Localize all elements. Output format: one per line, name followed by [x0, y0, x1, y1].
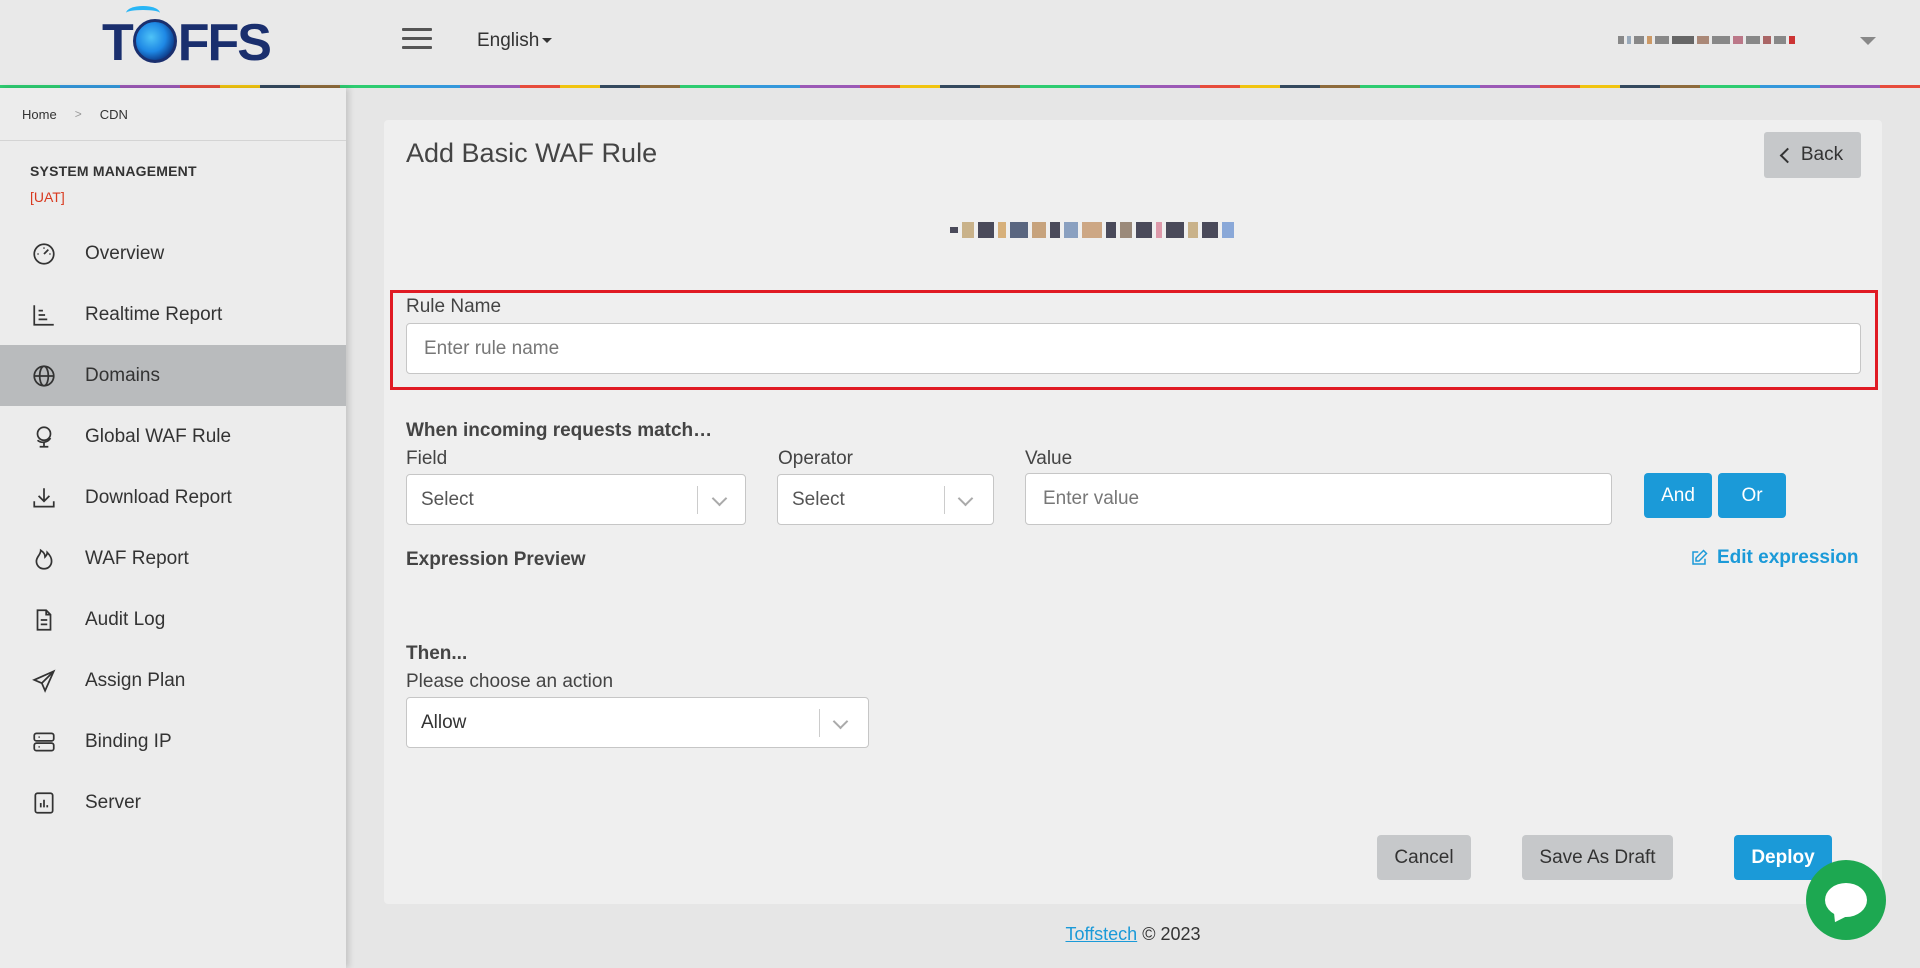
sidebar-item-realtime-report[interactable]: Realtime Report — [0, 284, 346, 345]
sidebar-item-label: Overview — [85, 242, 165, 264]
field-select-value: Select — [421, 488, 474, 510]
download-icon — [30, 484, 58, 512]
logo-signal-arc — [126, 6, 160, 20]
document-icon — [30, 606, 58, 634]
logo-text-left: T — [102, 14, 134, 72]
chat-bubble-icon — [1825, 883, 1867, 917]
environment-badge: [UAT] — [30, 189, 65, 205]
domain-name-redacted — [950, 218, 1312, 242]
sidebar-item-label: Domains — [85, 364, 160, 386]
top-header: T FFS English — [0, 0, 1920, 88]
select-divider — [819, 709, 820, 737]
sidebar-item-label: Assign Plan — [85, 669, 186, 691]
logo-globe-icon — [132, 19, 177, 63]
globe-stand-icon — [30, 423, 58, 451]
stats-icon — [30, 789, 58, 817]
back-button[interactable]: Back — [1764, 132, 1861, 178]
sidebar-item-label: Audit Log — [85, 608, 166, 630]
breadcrumb: Home > CDN — [0, 88, 346, 141]
globe-icon — [30, 362, 58, 390]
rule-name-input[interactable]: Enter rule name — [406, 323, 1861, 374]
sidebar-item-assign-plan[interactable]: Assign Plan — [0, 650, 346, 711]
chevron-down-icon — [832, 713, 849, 730]
footer: Toffstech © 2023 — [0, 924, 1920, 945]
operator-label: Operator — [778, 448, 853, 469]
fire-icon — [30, 545, 58, 573]
toffs-logo[interactable]: T FFS — [102, 6, 272, 76]
sidebar-item-label: Binding IP — [85, 730, 172, 752]
select-divider — [697, 486, 698, 514]
match-heading: When incoming requests match… — [406, 420, 713, 441]
sidebar: Home > CDN SYSTEM MANAGEMENT [UAT] Overv… — [0, 88, 346, 968]
sidebar-item-label: Server — [85, 791, 141, 813]
edit-expression-link[interactable]: Edit expression — [1690, 547, 1859, 569]
or-button[interactable]: Or — [1718, 473, 1786, 518]
breadcrumb-home[interactable]: Home — [22, 107, 57, 122]
footer-company-link[interactable]: Toffstech — [1065, 924, 1137, 944]
field-select[interactable]: Select — [406, 474, 746, 525]
sidebar-item-binding-ip[interactable]: Binding IP — [0, 711, 346, 772]
operator-select-value: Select — [792, 488, 845, 510]
select-divider — [944, 486, 945, 514]
bar-chart-icon — [30, 301, 58, 329]
sidebar-item-label: Realtime Report — [85, 303, 223, 325]
and-button[interactable]: And — [1644, 473, 1712, 518]
rule-name-label: Rule Name — [406, 296, 502, 317]
sidebar-item-audit-log[interactable]: Audit Log — [0, 589, 346, 650]
user-name-redacted[interactable] — [1618, 34, 1840, 46]
sidebar-nav: Overview Realtime Report Domains Global … — [0, 223, 346, 833]
page-title: Add Basic WAF Rule — [406, 138, 658, 168]
field-label: Field — [406, 448, 448, 469]
language-label: English — [477, 30, 540, 51]
chat-widget-button[interactable] — [1806, 860, 1886, 940]
sidebar-item-label: Global WAF Rule — [85, 425, 232, 447]
chevron-down-icon — [711, 490, 728, 507]
edit-expression-label: Edit expression — [1717, 547, 1859, 568]
server-icon — [30, 728, 58, 756]
footer-copyright: © 2023 — [1137, 924, 1201, 944]
expression-preview-heading: Expression Preview — [406, 549, 586, 570]
action-select[interactable]: Allow — [406, 697, 869, 748]
sidebar-item-global-waf-rule[interactable]: Global WAF Rule — [0, 406, 346, 467]
sidebar-item-label: Download Report — [85, 486, 232, 508]
action-select-value: Allow — [421, 711, 467, 733]
sidebar-item-waf-report[interactable]: WAF Report — [0, 528, 346, 589]
save-as-draft-button[interactable]: Save As Draft — [1522, 835, 1673, 880]
logo-text-right: FFS — [177, 14, 272, 72]
sidebar-item-domains[interactable]: Domains — [0, 345, 346, 406]
chevron-down-icon — [957, 490, 974, 507]
edit-icon — [1692, 549, 1708, 565]
logo-area: T FFS — [0, 0, 346, 86]
sidebar-item-server[interactable]: Server — [0, 772, 346, 833]
breadcrumb-separator-icon: > — [74, 107, 82, 121]
then-heading: Then... — [406, 643, 468, 664]
user-menu-chevron-down-icon[interactable] — [1860, 37, 1876, 45]
value-input[interactable]: Enter value — [1025, 473, 1612, 525]
speedometer-icon — [30, 240, 58, 268]
waf-rule-form-card: Add Basic WAF Rule Back Rule Name Enter … — [384, 120, 1882, 904]
back-button-label: Back — [1800, 144, 1844, 165]
operator-select[interactable]: Select — [777, 474, 994, 525]
chevron-left-icon — [1779, 147, 1796, 163]
value-label: Value — [1025, 448, 1073, 469]
send-icon — [30, 667, 58, 695]
caret-down-icon — [542, 38, 553, 44]
language-dropdown[interactable]: English — [477, 30, 553, 52]
sidebar-section-title: SYSTEM MANAGEMENT — [30, 163, 197, 179]
cancel-button[interactable]: Cancel — [1377, 835, 1471, 880]
sidebar-item-overview[interactable]: Overview — [0, 223, 346, 284]
breadcrumb-current: CDN — [99, 106, 128, 122]
action-label: Please choose an action — [406, 671, 614, 692]
hamburger-menu-icon[interactable] — [402, 28, 432, 54]
sidebar-item-download-report[interactable]: Download Report — [0, 467, 346, 528]
sidebar-item-label: WAF Report — [85, 547, 189, 569]
